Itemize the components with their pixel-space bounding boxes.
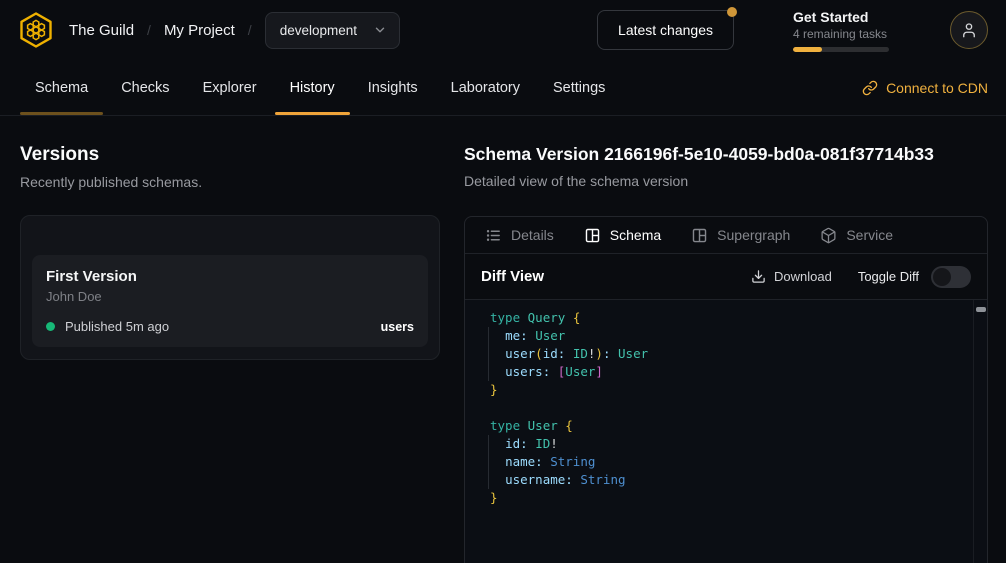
tab-service[interactable]: Service — [820, 227, 893, 244]
tab-details-label: Details — [511, 227, 554, 243]
diff-toolbar: Diff View Download Toggle Diff — [465, 254, 987, 300]
download-button[interactable]: Download — [751, 269, 832, 284]
toggle-diff-control: Toggle Diff — [858, 266, 971, 288]
main-nav: Schema Checks Explorer History Insights … — [0, 60, 1006, 116]
indent-guide — [488, 327, 489, 381]
code-viewer[interactable]: type Query { me: User user(id: ID!): Use… — [465, 300, 987, 563]
tab-supergraph-label: Supergraph — [717, 227, 790, 243]
cube-icon — [820, 227, 837, 244]
nav-tab-laboratory[interactable]: Laboratory — [436, 60, 535, 115]
get-started-progressbar — [793, 47, 889, 52]
tab-supergraph[interactable]: Supergraph — [691, 227, 790, 244]
code-scrollbar — [973, 300, 987, 563]
top-header: The Guild / My Project / development Lat… — [0, 0, 1006, 60]
nav-tab-settings[interactable]: Settings — [538, 60, 620, 115]
code-line: type Query { — [490, 309, 987, 327]
breadcrumb-org[interactable]: The Guild — [69, 22, 134, 39]
toggle-knob — [933, 268, 951, 286]
target-selector[interactable]: development — [265, 12, 400, 49]
get-started-subtitle: 4 remaining tasks — [793, 27, 889, 41]
breadcrumb-separator: / — [248, 22, 252, 38]
latest-changes-label: Latest changes — [618, 22, 713, 38]
progress-fill — [793, 47, 822, 52]
breadcrumb-project[interactable]: My Project — [164, 22, 235, 39]
detail-tab-list: Details Schema Supergraph — [465, 217, 987, 254]
version-service-badge: users — [381, 320, 414, 334]
code-line: users: [User] — [490, 363, 987, 381]
version-item[interactable]: First Version John Doe Published 5m ago … — [32, 255, 428, 347]
code-line: me: User — [490, 327, 987, 345]
version-author: John Doe — [46, 289, 414, 304]
code-line: } — [490, 489, 987, 507]
code-line — [490, 399, 987, 417]
link-icon — [862, 80, 878, 96]
tab-details[interactable]: Details — [485, 227, 554, 244]
columns-icon — [584, 227, 601, 244]
toggle-diff-label: Toggle Diff — [858, 269, 919, 284]
user-icon — [960, 21, 978, 39]
columns-icon — [691, 227, 708, 244]
published-status-dot — [46, 322, 55, 331]
latest-changes-button[interactable]: Latest changes — [597, 10, 734, 50]
chevron-down-icon — [373, 23, 387, 37]
version-detail-panel: Details Schema Supergraph — [464, 216, 988, 563]
code-line: user(id: ID!): User — [490, 345, 987, 363]
diff-actions: Download Toggle Diff — [751, 266, 971, 288]
download-label: Download — [774, 269, 832, 284]
avatar[interactable] — [950, 11, 988, 49]
versions-title: Versions — [20, 144, 440, 166]
target-selector-value: development — [280, 23, 357, 38]
list-icon — [485, 227, 502, 244]
nav-tab-list: Schema Checks Explorer History Insights … — [20, 60, 620, 115]
breadcrumb-separator: / — [147, 22, 151, 38]
notification-dot — [727, 7, 737, 17]
toggle-diff-switch[interactable] — [931, 266, 971, 288]
nav-tab-explorer[interactable]: Explorer — [188, 60, 272, 115]
code-line: id: ID! — [490, 435, 987, 453]
version-detail-title: Schema Version 2166196f-5e10-4059-bd0a-0… — [464, 144, 988, 165]
main-content: Versions Recently published schemas. Fir… — [0, 116, 1006, 563]
hive-logo-icon[interactable] — [16, 10, 56, 50]
version-meta-row: Published 5m ago users — [46, 319, 414, 334]
code-line: type User { — [490, 417, 987, 435]
nav-tab-history[interactable]: History — [275, 60, 350, 115]
versions-card: First Version John Doe Published 5m ago … — [20, 215, 440, 360]
code-line: name: String — [490, 453, 987, 471]
code-line: } — [490, 381, 987, 399]
tab-schema-view[interactable]: Schema — [584, 227, 661, 244]
get-started-widget[interactable]: Get Started 4 remaining tasks — [793, 9, 889, 52]
code-content: type Query { me: User user(id: ID!): Use… — [465, 300, 987, 507]
code-line: username: String — [490, 471, 987, 489]
version-detail-section: Schema Version 2166196f-5e10-4059-bd0a-0… — [452, 116, 1006, 563]
get-started-title: Get Started — [793, 9, 889, 25]
connect-to-cdn-link[interactable]: Connect to CDN — [862, 60, 988, 115]
versions-subtitle: Recently published schemas. — [20, 174, 440, 190]
nav-tab-checks[interactable]: Checks — [106, 60, 184, 115]
connect-to-cdn-label: Connect to CDN — [886, 80, 988, 96]
download-icon — [751, 269, 766, 284]
indent-guide — [488, 435, 489, 489]
diff-view-title: Diff View — [481, 268, 544, 285]
version-status: Published 5m ago — [65, 319, 169, 334]
code-scrollbar-thumb[interactable] — [976, 307, 986, 312]
nav-tab-insights[interactable]: Insights — [353, 60, 433, 115]
version-detail-subtitle: Detailed view of the schema version — [464, 173, 988, 189]
version-name: First Version — [46, 268, 414, 285]
versions-section: Versions Recently published schemas. Fir… — [0, 116, 452, 563]
app-root: The Guild / My Project / development Lat… — [0, 0, 1006, 563]
nav-tab-schema[interactable]: Schema — [20, 60, 103, 115]
tab-service-label: Service — [846, 227, 893, 243]
tab-schema-label: Schema — [610, 227, 661, 243]
